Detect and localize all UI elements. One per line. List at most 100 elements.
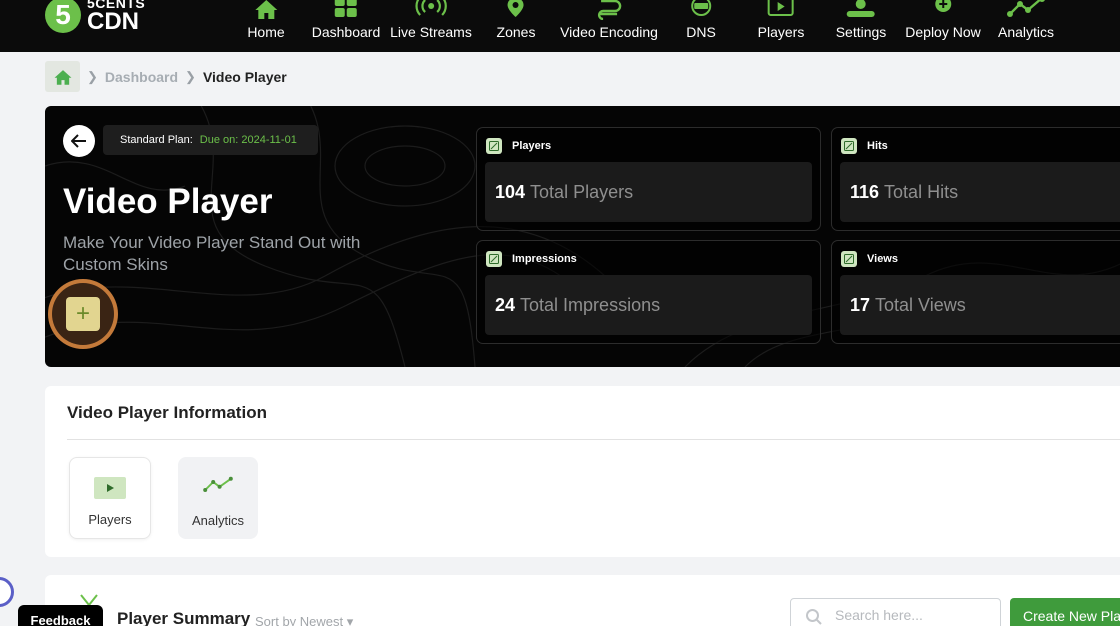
logo-line-2: CDN xyxy=(87,8,139,35)
encoding-icon xyxy=(597,0,622,20)
section-title: Player Summary xyxy=(117,609,251,626)
stat-header: Views xyxy=(841,251,898,267)
stat-label: Players xyxy=(512,140,552,152)
nav-dashboard[interactable]: Dashboard xyxy=(311,0,381,52)
stat-label: Impressions xyxy=(512,253,577,265)
sort-dropdown[interactable]: Sort by Newest ▾ xyxy=(255,614,353,626)
analytics-icon xyxy=(1007,0,1045,17)
stat-suffix: Total Views xyxy=(875,294,966,315)
settings-icon xyxy=(847,0,875,17)
search-input[interactable] xyxy=(835,607,985,623)
stat-suffix: Total Impressions xyxy=(520,294,661,315)
search-box[interactable] xyxy=(790,598,1001,626)
nav-label: Analytics xyxy=(997,24,1055,40)
stat-header: Hits xyxy=(841,138,888,154)
search-icon xyxy=(806,609,822,625)
player-icon xyxy=(768,0,794,16)
nav-settings[interactable]: Settings xyxy=(835,0,887,52)
tile-analytics[interactable]: Analytics xyxy=(178,457,258,539)
divider xyxy=(67,439,1120,440)
back-button[interactable] xyxy=(63,125,95,157)
breadcrumb-current: Video Player xyxy=(202,68,287,85)
page-subtitle: Make Your Video Player Stand Out with Cu… xyxy=(63,233,361,274)
breadcrumb-dashboard[interactable]: Dashboard xyxy=(105,69,178,85)
tile-label: Analytics xyxy=(191,513,245,528)
chevron-right-icon: ❯ xyxy=(185,68,196,84)
tile-label: Players xyxy=(88,512,132,527)
stat-label: Hits xyxy=(867,140,888,152)
plan-label: Standard Plan: xyxy=(120,134,193,146)
nav-deploy-now[interactable]: Deploy Now xyxy=(905,0,981,52)
sort-label: Sort by Newest xyxy=(255,614,344,626)
nav-label: DNS xyxy=(686,24,716,40)
stat-label: Views xyxy=(867,253,898,265)
brand-logo[interactable]: 5 5CENTS CDN xyxy=(45,0,145,36)
arrow-left-icon xyxy=(71,134,86,148)
page-title: Video Player xyxy=(63,182,273,221)
nav-label: Players xyxy=(757,24,805,40)
analytics-icon xyxy=(203,476,233,492)
hero-banner: Standard Plan: Due on: 2024-11-01 Video … xyxy=(45,106,1120,367)
logo-text: 5CENTS CDN xyxy=(87,0,145,34)
player-summary-panel: Player Summary Sort by Newest ▾ Create N… xyxy=(45,575,1120,626)
stat-value-box: 17 Total Views xyxy=(840,275,1120,335)
nav-analytics[interactable]: Analytics xyxy=(998,0,1054,52)
nav-label: Dashboard xyxy=(311,24,381,40)
stat-badge-icon xyxy=(486,251,502,267)
stat-header: Players xyxy=(486,138,551,154)
nav-zones[interactable]: Zones xyxy=(496,0,536,52)
chat-launcher[interactable] xyxy=(0,577,14,607)
nav-home[interactable]: Home xyxy=(247,0,285,52)
stat-badge-icon xyxy=(841,251,857,267)
add-player-button[interactable]: + xyxy=(48,279,118,349)
nav-video-encoding[interactable]: Video Encoding xyxy=(560,0,658,52)
home-icon xyxy=(54,69,71,85)
tile-players[interactable]: Players xyxy=(69,457,151,539)
create-new-player-button[interactable]: Create New Player xyxy=(1010,598,1120,626)
nav-live-streams[interactable]: Live Streams xyxy=(390,0,472,52)
logo-badge: 5 xyxy=(45,0,81,33)
live-streams-icon xyxy=(415,0,447,16)
stat-header: Impressions xyxy=(486,251,577,267)
stat-card-impressions: Impressions 24 Total Impressions xyxy=(476,240,821,344)
breadcrumb: ❯ Dashboard ❯ Video Player xyxy=(45,61,287,92)
feedback-button[interactable]: Feedback xyxy=(18,605,103,626)
dashboard-icon xyxy=(335,0,357,17)
chevron-right-icon: ❯ xyxy=(87,68,98,84)
nav-label: Video Encoding xyxy=(560,24,658,40)
home-icon xyxy=(254,0,277,19)
stat-card-players: Players 104 Total Players xyxy=(476,127,821,231)
stat-badge-icon xyxy=(486,138,502,154)
stat-value: 116 xyxy=(850,181,880,202)
stat-value-box: 24 Total Impressions xyxy=(485,275,812,335)
nav-label: Live Streams xyxy=(390,24,472,40)
stat-value: 17 xyxy=(850,294,871,315)
deploy-icon xyxy=(934,0,951,12)
stat-card-hits: Hits 116 Total Hits xyxy=(831,127,1120,231)
top-navigation-bar: 5 5CENTS CDN Home Dashboard Live Streams… xyxy=(0,0,1120,52)
plan-badge: Standard Plan: Due on: 2024-11-01 xyxy=(103,125,318,155)
dns-icon xyxy=(691,0,711,16)
plus-icon: + xyxy=(66,297,100,331)
stat-badge-icon xyxy=(841,138,857,154)
stat-value: 104 xyxy=(495,181,526,202)
add-button-ring: + xyxy=(52,283,114,345)
stat-value-box: 116 Total Hits xyxy=(840,162,1120,222)
nav-label: Home xyxy=(247,24,285,40)
stat-suffix: Total Players xyxy=(530,181,634,202)
caret-down-icon: ▾ xyxy=(346,614,354,626)
video-player-information-panel: Video Player Information Players Analyti… xyxy=(45,386,1120,557)
stat-suffix: Total Hits xyxy=(884,181,959,202)
stat-value: 24 xyxy=(495,294,516,315)
section-title: Video Player Information xyxy=(67,403,267,422)
player-icon xyxy=(94,477,126,499)
plan-due-date: Due on: 2024-11-01 xyxy=(199,134,297,146)
stat-card-views: Views 17 Total Views xyxy=(831,240,1120,344)
nav-label: Zones xyxy=(496,24,536,40)
breadcrumb-home[interactable] xyxy=(45,61,80,92)
nav-players[interactable]: Players xyxy=(757,0,805,52)
nav-label: Deploy Now xyxy=(905,24,981,40)
nav-label: Settings xyxy=(835,24,887,40)
nav-dns[interactable]: DNS xyxy=(686,0,716,52)
stat-value-box: 104 Total Players xyxy=(485,162,812,222)
